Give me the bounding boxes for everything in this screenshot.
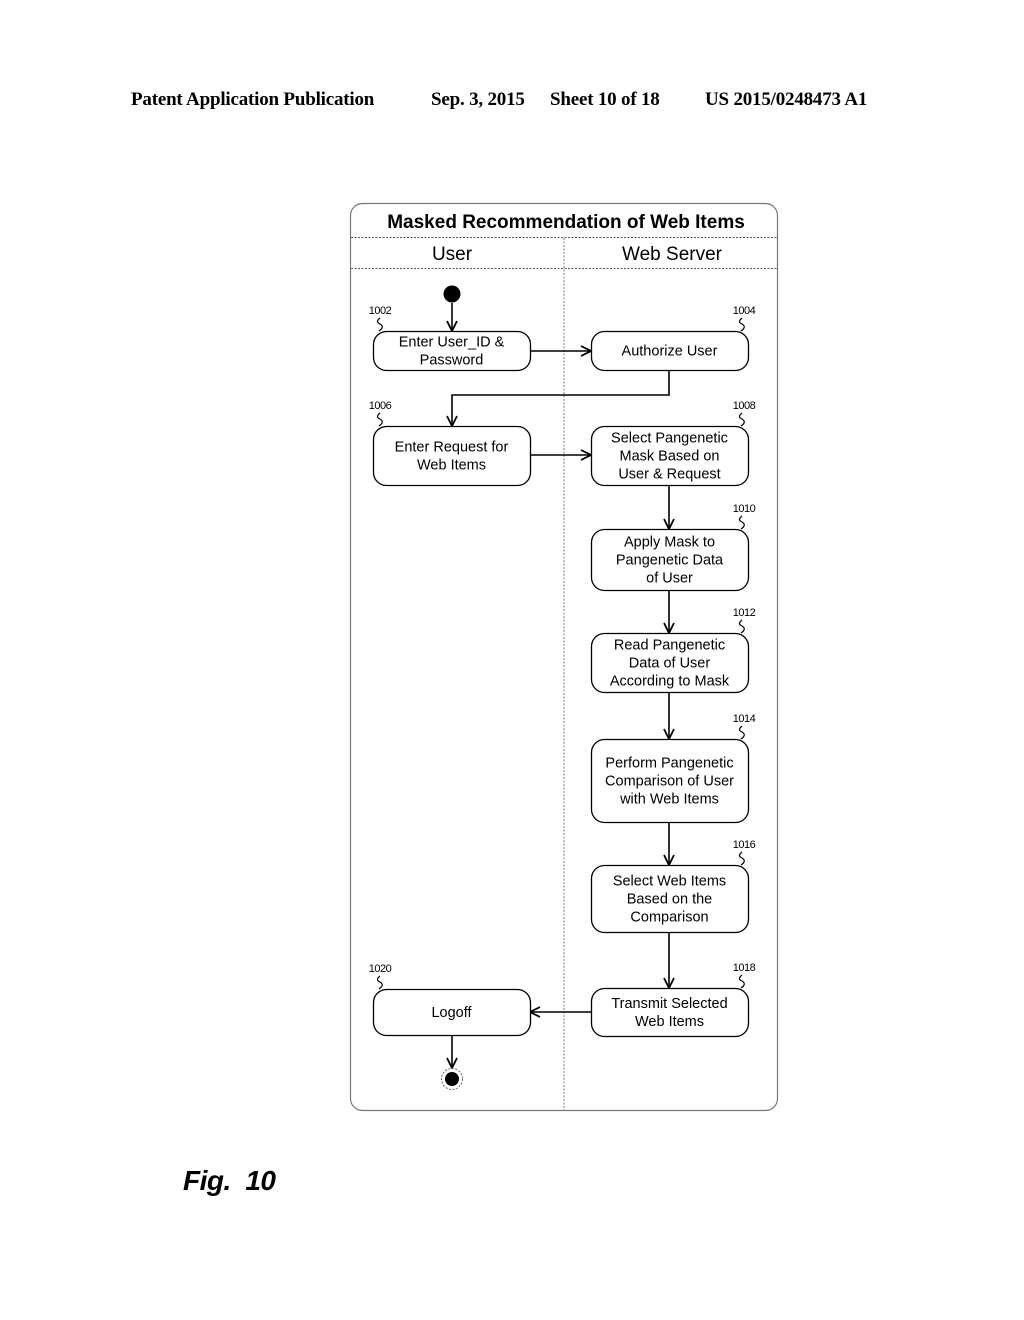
activity-label-line: According to Mask <box>610 674 730 690</box>
reference-numeral: 1014 <box>733 713 756 725</box>
activity-label-line: Pangenetic Data <box>616 553 724 569</box>
leader-squiggle <box>738 317 745 332</box>
flow-arrow-1004-1006 <box>452 370 670 426</box>
activity-label-line: Data of User <box>629 656 711 672</box>
leader-squiggle <box>738 619 745 634</box>
activity-node-1012: Read Pangenetic Data of User According to … <box>590 607 756 694</box>
diagram-title: Masked Recommendation of Web Items <box>387 212 745 233</box>
leader-squiggle <box>376 975 383 990</box>
activity-node-1008: Select Pangenetic Mask Based on User & Req… <box>590 400 756 487</box>
lane-label-web-server: Web Server <box>622 244 723 265</box>
reference-numeral: 1016 <box>733 839 756 851</box>
activity-label-line: Transmit Selected <box>611 996 727 1012</box>
activity-label-line: Password <box>420 353 484 369</box>
activity-node-1002: Enter User_ID & Password 1002 <box>369 305 532 372</box>
activity-node-1018: Transmit Selected Web Items 1018 <box>590 962 756 1038</box>
activity-node-1016: Select Web Items Based on the Comparison 10… <box>590 839 756 934</box>
activity-label-line: User & Request <box>618 467 720 483</box>
activity-label-line: Read Pangenetic <box>614 638 725 654</box>
reference-numeral: 1002 <box>369 305 392 317</box>
activity-node-1006: Enter Request for Web Items 1006 <box>369 400 532 487</box>
activity-label-line: Based on the <box>627 892 712 908</box>
activity-label-line: Logoff <box>431 1005 472 1021</box>
activity-diagram: Masked Recommendation of Web Items User … <box>349 202 779 1112</box>
activity-node-1004: Authorize User 1004 <box>590 305 756 372</box>
activity-label-line: Apply Mask to <box>624 535 715 551</box>
activity-label-line: with Web Items <box>619 792 719 808</box>
activity-label-line: Enter Request for <box>395 440 509 456</box>
end-node <box>445 1072 459 1086</box>
leader-squiggle <box>738 851 745 866</box>
reference-numeral: 1010 <box>733 503 756 515</box>
leader-squiggle <box>738 412 745 427</box>
activity-node-1010: Apply Mask to Pangenetic Data of User 1010 <box>590 503 756 592</box>
leader-squiggle <box>376 317 383 332</box>
start-node <box>443 285 461 303</box>
reference-numeral: 1020 <box>369 963 392 975</box>
reference-numeral: 1004 <box>733 305 756 317</box>
leader-squiggle <box>376 412 383 427</box>
lane-label-user: User <box>432 244 473 265</box>
activity-label-line: Web Items <box>635 1014 704 1030</box>
leader-squiggle <box>738 515 745 530</box>
reference-numeral: 1012 <box>733 607 756 619</box>
activity-label-line: Select Web Items <box>613 874 726 890</box>
reference-numeral: 1018 <box>733 962 756 974</box>
activity-label-line: Comparison of User <box>605 774 734 790</box>
reference-numeral: 1008 <box>733 400 756 412</box>
activity-label-line: Comparison <box>630 910 708 926</box>
activity-node-1020: Logoff 1020 <box>369 963 532 1037</box>
activity-label-line: Web Items <box>417 458 486 474</box>
activity-label-line: Enter User_ID & <box>399 335 505 351</box>
activity-label-line: Mask Based on <box>620 449 720 465</box>
activity-label-line: of User <box>646 571 693 587</box>
reference-numeral: 1006 <box>369 400 392 412</box>
activity-label-line: Select Pangenetic <box>611 431 728 447</box>
activity-label-line: Perform Pangenetic <box>605 756 733 772</box>
figure-label: Fig. 10 <box>183 1165 276 1196</box>
leader-squiggle <box>738 725 745 740</box>
activity-label-line: Authorize User <box>622 344 718 360</box>
activity-box <box>372 425 532 487</box>
leader-squiggle <box>738 974 745 989</box>
activity-node-1014: Perform Pangenetic Comparison of User with… <box>590 713 756 824</box>
